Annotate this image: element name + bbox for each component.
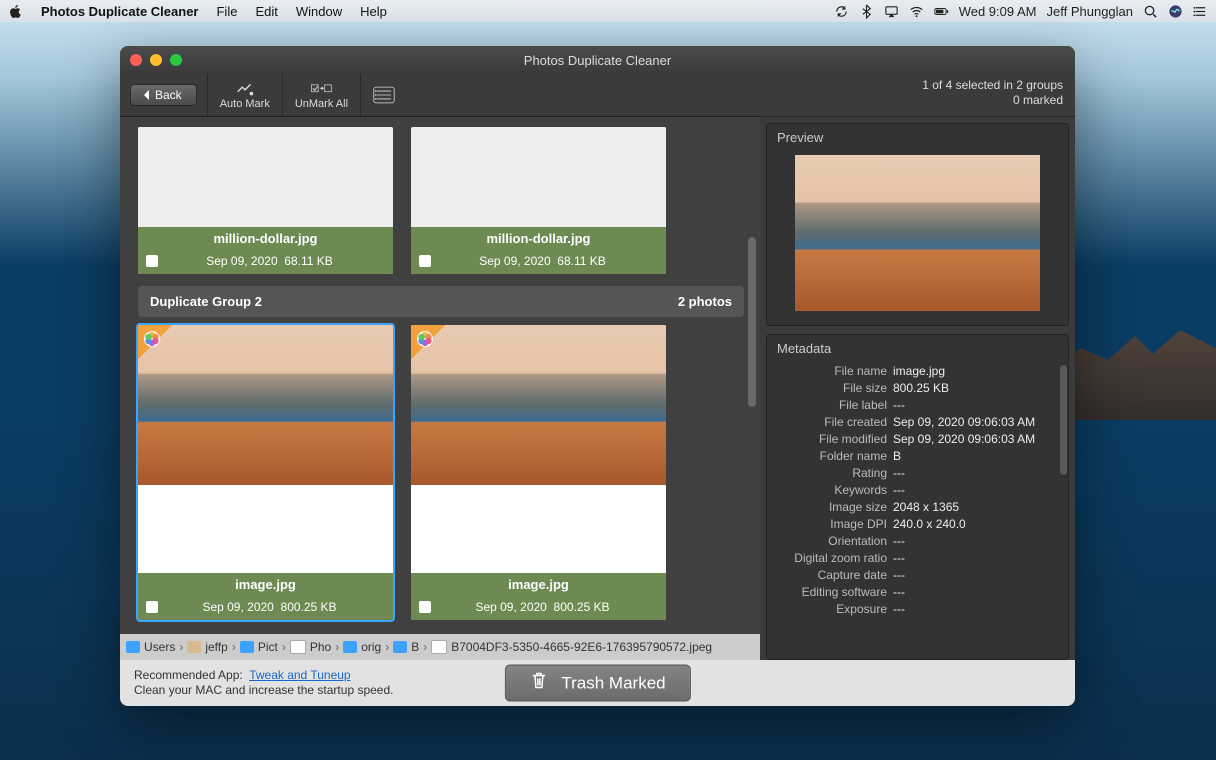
close-window-button[interactable] [130, 54, 142, 66]
photo-meta: Sep 09, 2020 68.11 KB [441, 254, 666, 268]
photos-library-badge [411, 325, 445, 359]
menubar: Photos Duplicate Cleaner File Edit Windo… [0, 0, 1216, 22]
auto-mark-button[interactable]: Auto Mark [208, 74, 283, 116]
menu-edit[interactable]: Edit [255, 4, 277, 19]
unmark-all-button[interactable]: UnMark All [283, 74, 361, 116]
recommended-link[interactable]: Tweak and Tuneup [249, 668, 350, 682]
menubar-user[interactable]: Jeff Phungglan [1047, 4, 1134, 19]
crumb-item[interactable]: Users [126, 640, 175, 654]
airplay-icon[interactable] [884, 4, 899, 19]
photo-thumb [138, 325, 393, 485]
meta-row-editing-software: Editing software--- [777, 583, 1069, 600]
wifi-icon[interactable] [909, 4, 924, 19]
toolbar-status: 1 of 4 selected in 2 groups 0 marked [910, 74, 1075, 116]
photo-filename: image.jpg [138, 573, 393, 596]
crumb-item[interactable]: orig [343, 640, 381, 654]
apple-menu-icon[interactable] [8, 4, 23, 19]
photo-whitespace [411, 485, 666, 573]
photo-checkbox[interactable] [419, 255, 431, 267]
crumb-item[interactable]: Pict [240, 640, 278, 654]
metadata-panel: Metadata File nameimage.jpg File size800… [766, 334, 1069, 660]
group-header[interactable]: Duplicate Group 2 2 photos [138, 286, 744, 317]
metadata-scrollbar-thumb[interactable] [1060, 365, 1067, 475]
bottom-bar: Recommended App: Tweak and Tuneup Clean … [120, 660, 1075, 706]
auto-mark-label: Auto Mark [220, 98, 270, 110]
photo-thumb [138, 127, 393, 227]
photo-card[interactable]: image.jpg Sep 09, 2020 800.25 KB [411, 325, 666, 620]
notification-center-icon[interactable] [1193, 4, 1208, 19]
zoom-window-button[interactable] [170, 54, 182, 66]
preview-heading: Preview [767, 124, 1068, 151]
siri-icon[interactable] [1168, 4, 1183, 19]
recommended-label: Recommended App: [134, 668, 243, 682]
photo-checkbox[interactable] [419, 601, 431, 613]
menu-help[interactable]: Help [360, 4, 387, 19]
battery-icon[interactable] [934, 4, 949, 19]
meta-row-digital-zoom: Digital zoom ratio--- [777, 549, 1069, 566]
crumb-item[interactable]: jeffp [187, 640, 227, 654]
trash-marked-button[interactable]: Trash Marked [504, 665, 690, 702]
sync-icon[interactable] [834, 4, 849, 19]
photo-checkbox[interactable] [146, 601, 158, 613]
photo-meta: Sep 09, 2020 800.25 KB [168, 600, 393, 614]
meta-row-keywords: Keywords--- [777, 481, 1069, 498]
bluetooth-icon[interactable] [859, 4, 874, 19]
crumb-item[interactable]: B [393, 640, 419, 654]
preview-panel: Preview [766, 123, 1069, 326]
crumb-item[interactable]: Pho [290, 640, 331, 654]
photos-library-badge [138, 325, 172, 359]
menubar-app-name[interactable]: Photos Duplicate Cleaner [41, 4, 198, 19]
menu-window[interactable]: Window [296, 4, 342, 19]
minimize-window-button[interactable] [150, 54, 162, 66]
trash-label: Trash Marked [561, 673, 665, 693]
photo-meta: Sep 09, 2020 800.25 KB [441, 600, 666, 614]
metadata-heading: Metadata [767, 335, 1068, 362]
meta-row-file-created: File createdSep 09, 2020 09:06:03 AM [777, 413, 1069, 430]
meta-row-orientation: Orientation--- [777, 532, 1069, 549]
recommended-subtitle: Clean your MAC and increase the startup … [134, 683, 393, 697]
photo-meta: Sep 09, 2020 68.11 KB [168, 254, 393, 268]
meta-row-file-modified: File modifiedSep 09, 2020 09:06:03 AM [777, 430, 1069, 447]
meta-row-exposure: Exposure--- [777, 600, 1069, 617]
marked-count: 0 marked [922, 93, 1063, 108]
photo-filename: million-dollar.jpg [138, 227, 393, 250]
meta-row-file-label: File label--- [777, 396, 1069, 413]
menu-file[interactable]: File [216, 4, 237, 19]
photo-checkbox[interactable] [146, 255, 158, 267]
meta-row-folder-name: Folder nameB [777, 447, 1069, 464]
menubar-clock[interactable]: Wed 9:09 AM [959, 4, 1037, 19]
photo-thumb [411, 127, 666, 227]
photo-card[interactable]: million-dollar.jpg Sep 09, 2020 68.11 KB [411, 127, 666, 274]
meta-row-image-size: Image size2048 x 1365 [777, 498, 1069, 515]
photo-card[interactable]: image.jpg Sep 09, 2020 800.25 KB [138, 325, 393, 620]
back-button[interactable]: Back [130, 84, 197, 106]
group-count: 2 photos [678, 294, 732, 309]
scrollbar-thumb[interactable] [748, 237, 756, 407]
photo-thumb [411, 325, 666, 485]
crumb-item[interactable]: B7004DF3-5350-4665-92E6-176395790572.jpe… [431, 640, 712, 654]
trash-icon [529, 672, 547, 695]
app-window: Photos Duplicate Cleaner Back Auto Mark … [120, 46, 1075, 706]
gallery-scrollbar[interactable] [748, 127, 756, 624]
toolbar: Back Auto Mark UnMark All 1 of 4 selecte… [120, 74, 1075, 117]
photo-filename: image.jpg [411, 573, 666, 596]
photo-whitespace [138, 485, 393, 573]
photo-filename: million-dollar.jpg [411, 227, 666, 250]
preview-image [795, 155, 1040, 311]
meta-row-file-size: File size800.25 KB [777, 379, 1069, 396]
meta-row-image-dpi: Image DPI240.0 x 240.0 [777, 515, 1069, 532]
meta-row-rating: Rating--- [777, 464, 1069, 481]
unmark-all-label: UnMark All [295, 98, 348, 110]
breadcrumb: Users› jeffp› Pict› Pho› orig› B› B7004D… [120, 634, 760, 660]
photo-card[interactable]: million-dollar.jpg Sep 09, 2020 68.11 KB [138, 127, 393, 274]
window-title: Photos Duplicate Cleaner [524, 53, 671, 68]
group-title: Duplicate Group 2 [150, 294, 262, 309]
titlebar[interactable]: Photos Duplicate Cleaner [120, 46, 1075, 74]
meta-row-capture-date: Capture date--- [777, 566, 1069, 583]
selection-count: 1 of 4 selected in 2 groups [922, 78, 1063, 93]
list-view-button[interactable] [361, 74, 407, 116]
meta-row-file-name: File nameimage.jpg [777, 362, 1069, 379]
spotlight-icon[interactable] [1143, 4, 1158, 19]
gallery: million-dollar.jpg Sep 09, 2020 68.11 KB… [120, 117, 760, 660]
